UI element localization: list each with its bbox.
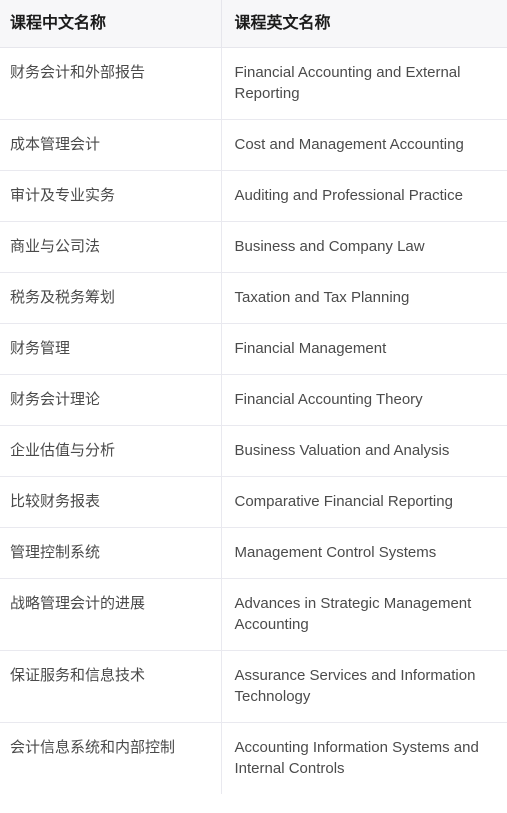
table-row: 商业与公司法 Business and Company Law — [0, 221, 507, 273]
cell-english-name: Advances in Strategic Management Account… — [221, 578, 507, 651]
table-row: 管理控制系统 Management Control Systems — [0, 527, 507, 579]
cell-english-name: Business Valuation and Analysis — [221, 425, 507, 477]
cell-english-name: Financial Management — [221, 323, 507, 375]
table-row: 保证服务和信息技术 Assurance Services and Informat… — [0, 650, 507, 723]
table-row: 成本管理会计 Cost and Management Accounting — [0, 119, 507, 171]
cell-english-name: Cost and Management Accounting — [221, 119, 507, 171]
cell-english-name: Comparative Financial Reporting — [221, 476, 507, 528]
cell-english-name: Financial Accounting Theory — [221, 374, 507, 426]
cell-english-name: Auditing and Professional Practice — [221, 170, 507, 222]
cell-english-name: Accounting Information Systems and Inter… — [234, 739, 479, 777]
table-row: 企业估值与分析 Business Valuation and Analysis — [0, 425, 507, 477]
cell-chinese-name: 商业与公司法 — [0, 221, 222, 273]
cell-english-name: Business and Company Law — [221, 221, 507, 273]
table-row: 审计及专业实务 Auditing and Professional Practic… — [0, 170, 507, 222]
cell-chinese-name: 会计信息系统和内部控制 — [0, 722, 222, 794]
cell-chinese-name: 财务会计和外部报告 — [0, 47, 222, 120]
cell-chinese-name: 财务会计理论 — [0, 374, 222, 426]
course-name-table: 课程中文名称 课程英文名称 财务会计和外部报告 Financial Account… — [0, 0, 507, 794]
cell-chinese-name: 成本管理会计 — [0, 119, 222, 171]
table-row: 会计信息系统和内部控制 Accounting Information System… — [0, 722, 507, 794]
cell-chinese-name: 财务管理 — [0, 323, 222, 375]
column-header-chinese-name: 课程中文名称 — [0, 0, 222, 48]
table-header: 课程中文名称 课程英文名称 — [0, 0, 507, 48]
table-header-row: 课程中文名称 课程英文名称 — [0, 0, 507, 48]
cell-chinese-name: 企业估值与分析 — [0, 425, 222, 477]
table-body: 财务会计和外部报告 Financial Accounting and Extern… — [0, 47, 507, 794]
table-row: 财务管理 Financial Management — [0, 323, 507, 375]
table-row: 税务及税务筹划 Taxation and Tax Planning — [0, 272, 507, 324]
cell-chinese-name: 审计及专业实务 — [0, 170, 222, 222]
table-row: 比较财务报表 Comparative Financial Reporting — [0, 476, 507, 528]
cell-chinese-name: 战略管理会计的进展 — [0, 578, 222, 651]
table-row: 财务会计和外部报告 Financial Accounting and Extern… — [0, 47, 507, 120]
column-header-english-name: 课程英文名称 — [221, 0, 507, 48]
cell-english-name: Taxation and Tax Planning — [221, 272, 507, 324]
cell-chinese-name: 管理控制系统 — [0, 527, 222, 579]
cell-chinese-name: 比较财务报表 — [0, 476, 222, 528]
table-row: 战略管理会计的进展 Advances in Strategic Managemen… — [0, 578, 507, 651]
cell-english-name: Financial Accounting and External Report… — [221, 47, 507, 120]
cell-chinese-name: 保证服务和信息技术 — [0, 650, 222, 723]
cell-chinese-name: 税务及税务筹划 — [0, 272, 222, 324]
cell-english-name: Management Control Systems — [221, 527, 507, 579]
table-row: 财务会计理论 Financial Accounting Theory — [0, 374, 507, 426]
cell-english-name: Assurance Services and Information Techn… — [221, 650, 507, 723]
